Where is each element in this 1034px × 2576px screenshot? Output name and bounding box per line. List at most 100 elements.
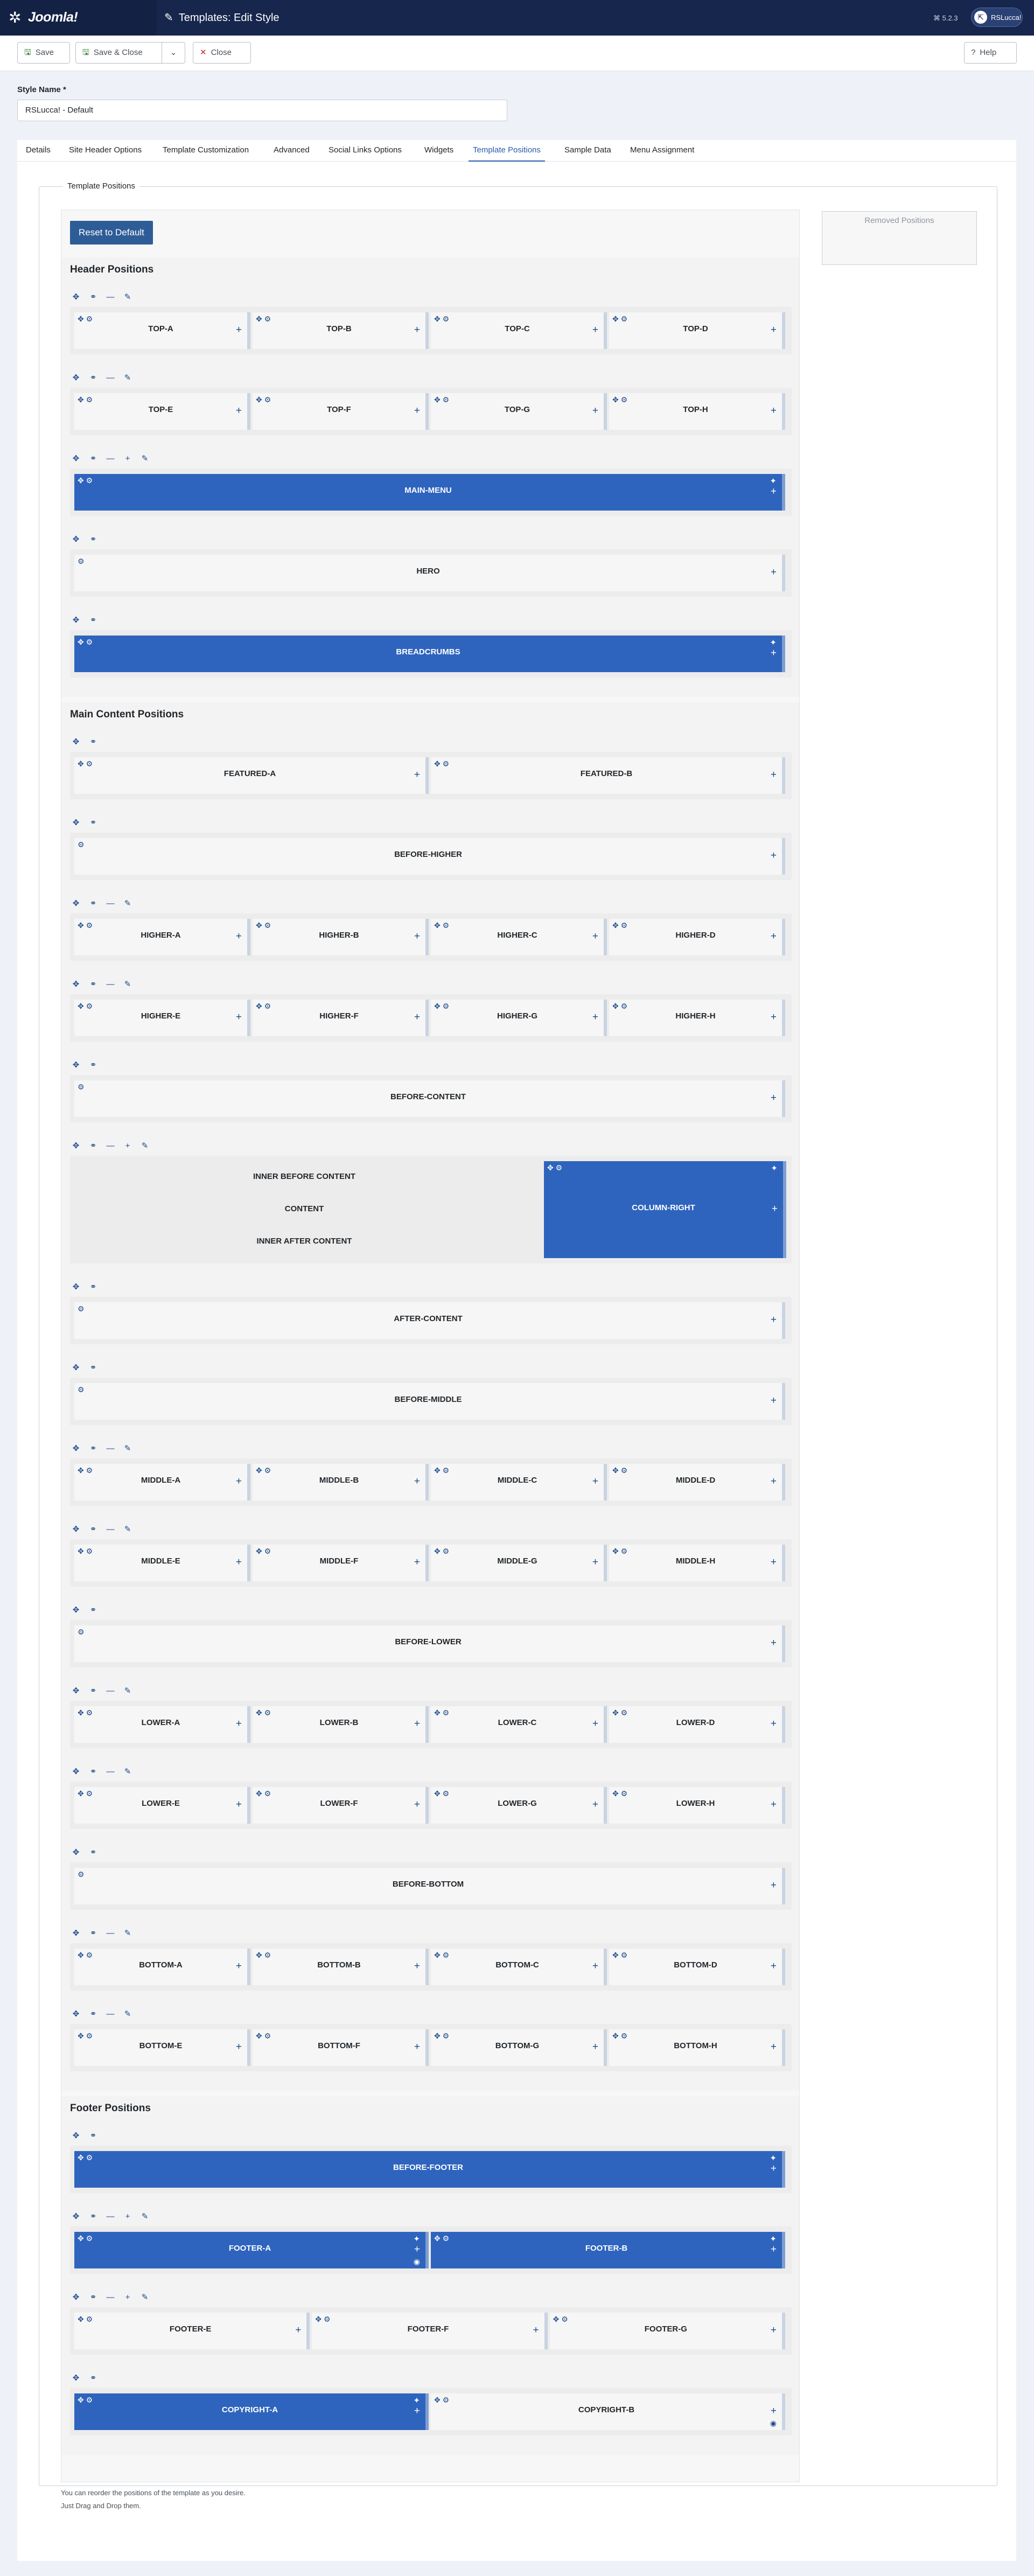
position-cell[interactable]: LOWER-B ✥ ⚙ + [253,1706,429,1743]
position-cell[interactable]: COPYRIGHT-B ✥ ⚙ + ◉ [431,2393,785,2430]
move-settings-icon[interactable]: ✥ ⚙ [78,395,93,404]
add-icon[interactable]: + [771,1476,777,1488]
move-settings-icon[interactable]: ⚙ [78,557,85,566]
tab-site-header-options[interactable]: Site Header Options [69,145,142,155]
tab-template-positions[interactable]: Template Positions [469,145,545,162]
add-icon[interactable]: + [414,405,420,417]
position-cell[interactable]: HIGHER-D ✥ ⚙ + [609,919,785,955]
position-row[interactable]: AFTER-CONTENT ⚙ + [70,1297,792,1344]
move-settings-icon[interactable]: ⚙ [78,1385,85,1394]
position-row[interactable]: LOWER-E ✥ ⚙ + LOWER-F ✥ ⚙ + LOWER-G ✥ ⚙ + LOWER-H… [70,1782,792,1829]
add-icon[interactable]: + [771,1092,777,1104]
move-settings-icon[interactable]: ✥ ⚙ [434,2234,449,2243]
position-cell[interactable]: BEFORE-CONTENT ⚙ + [74,1080,785,1117]
position-row[interactable]: BEFORE-CONTENT ⚙ + [70,1075,792,1122]
position-cell[interactable]: BEFORE-BOTTOM ⚙ + [74,1868,785,1904]
add-icon[interactable]: + [236,1718,242,1730]
minus-icon[interactable]: — [104,1928,116,1939]
position-cell[interactable]: BOTTOM-F ✥ ⚙ + [253,2029,429,2066]
position-cell[interactable]: BOTTOM-C ✥ ⚙ + [431,1949,607,1985]
minus-icon[interactable]: — [104,453,116,465]
move-settings-icon[interactable]: ✥ ⚙ [612,1002,627,1011]
add-icon[interactable]: + [771,1880,777,1891]
position-cell[interactable]: MIDDLE-G ✥ ⚙ + [431,1545,607,1581]
add-icon[interactable]: + [772,1203,778,1215]
position-cell[interactable]: BOTTOM-A ✥ ⚙ + [74,1949,250,1985]
move-settings-icon[interactable]: ✥ ⚙ [434,1789,449,1798]
move-settings-icon[interactable]: ✥ ⚙ [78,2153,93,2162]
move-icon[interactable]: ✥ [70,817,82,829]
link-icon[interactable]: ⚭ [87,1766,99,1778]
move-settings-icon[interactable]: ✥ ⚙ [256,1951,271,1960]
move-settings-icon[interactable]: ✥ ⚙ [315,2315,330,2324]
move-settings-icon[interactable]: ✥ ⚙ [434,2396,449,2405]
reset-to-default-button[interactable]: Reset to Default [70,221,153,245]
move-settings-icon[interactable]: ✥ ⚙ [612,1466,627,1475]
position-cell[interactable]: LOWER-G ✥ ⚙ + [431,1787,607,1824]
eye-icon[interactable]: ◉ [414,2257,420,2266]
link-icon[interactable]: ⚭ [87,372,99,384]
position-row[interactable]: MIDDLE-E ✥ ⚙ + MIDDLE-F ✥ ⚙ + MIDDLE-G ✥ ⚙ + MIDD… [70,1539,792,1587]
add-icon[interactable]: + [771,850,777,862]
position-cell[interactable]: TOP-C ✥ ⚙ + [431,312,607,349]
position-cell[interactable]: TOP-G ✥ ⚙ + [431,393,607,430]
move-settings-icon[interactable]: ✥ ⚙ [612,1708,627,1718]
move-settings-icon[interactable]: ✥ ⚙ [612,921,627,930]
move-icon[interactable]: ✥ [70,2130,82,2142]
position-cell[interactable]: LOWER-D ✥ ⚙ + [609,1706,785,1743]
pencil-icon[interactable]: ✎ [122,2008,134,2020]
add-icon[interactable]: + [122,453,134,465]
add-icon[interactable]: + [236,2041,242,2053]
tab-social-links-options[interactable]: Social Links Options [329,145,402,155]
position-cell[interactable]: BEFORE-FOOTER ✥ ⚙ ✦ + [74,2151,785,2188]
add-icon[interactable]: + [295,2324,301,2336]
move-icon[interactable]: ✥ [70,1928,82,1939]
move-icon[interactable]: ✥ [70,291,82,303]
move-icon[interactable]: ✥ [70,1524,82,1535]
move-icon[interactable]: ✥ [70,1685,82,1697]
move-icon[interactable]: ✥ [70,453,82,465]
minus-icon[interactable]: — [104,2292,116,2303]
add-icon[interactable]: + [771,647,777,659]
move-icon[interactable]: ✥ [70,534,82,546]
link-icon[interactable]: ⚭ [87,1847,99,1859]
add-icon[interactable]: + [771,1314,777,1326]
add-icon[interactable]: + [771,769,777,781]
move-settings-icon[interactable]: ✥ ⚙ [78,638,93,647]
link-icon[interactable]: ⚭ [87,2372,99,2384]
puzzle-icon[interactable]: ✦ [770,2234,777,2244]
link-icon[interactable]: ⚭ [87,736,99,748]
pencil-icon[interactable]: ✎ [122,372,134,384]
pencil-icon[interactable]: ✎ [122,1443,134,1455]
position-cell[interactable]: HIGHER-B ✥ ⚙ + [253,919,429,955]
move-icon[interactable]: ✥ [70,2292,82,2303]
move-settings-icon[interactable]: ✥ ⚙ [612,1951,627,1960]
add-icon[interactable]: + [414,931,420,943]
add-icon[interactable]: + [771,1718,777,1730]
move-settings-icon[interactable]: ✥ ⚙ [256,315,271,324]
position-cell[interactable]: AFTER-CONTENT ⚙ + [74,1302,785,1339]
position-row[interactable]: BEFORE-BOTTOM ⚙ + [70,1862,792,1910]
position-cell[interactable]: HIGHER-F ✥ ⚙ + [253,1000,429,1036]
move-icon[interactable]: ✥ [70,615,82,626]
add-icon[interactable]: + [592,1556,598,1568]
position-cell[interactable]: MIDDLE-E ✥ ⚙ + [74,1545,250,1581]
position-cell[interactable]: TOP-E ✥ ⚙ + [74,393,250,430]
add-icon[interactable]: + [414,769,420,781]
add-icon[interactable]: + [414,2244,420,2256]
puzzle-icon[interactable]: ✦ [413,2396,420,2405]
pencil-icon[interactable]: ✎ [122,1685,134,1697]
move-settings-icon[interactable]: ✥ ⚙ [434,1708,449,1718]
add-icon[interactable]: + [122,2211,134,2223]
save-button[interactable]: 🖫 Save [17,42,70,64]
position-cell[interactable]: TOP-H ✥ ⚙ + [609,393,785,430]
add-icon[interactable]: + [771,1960,777,1972]
position-cell[interactable]: BEFORE-MIDDLE ⚙ + [74,1383,785,1420]
add-icon[interactable]: + [414,2041,420,2053]
add-icon[interactable]: + [771,2324,777,2336]
move-settings-icon[interactable]: ✥ ⚙ [78,2234,93,2243]
pencil-icon[interactable]: ✎ [122,1766,134,1778]
joomla-logo[interactable]: ✲ Joomla! [0,0,156,36]
position-row[interactable]: MAIN-MENU ✥ ⚙ ✦ + [70,469,792,516]
move-settings-icon[interactable]: ✥ ⚙ [78,1789,93,1798]
